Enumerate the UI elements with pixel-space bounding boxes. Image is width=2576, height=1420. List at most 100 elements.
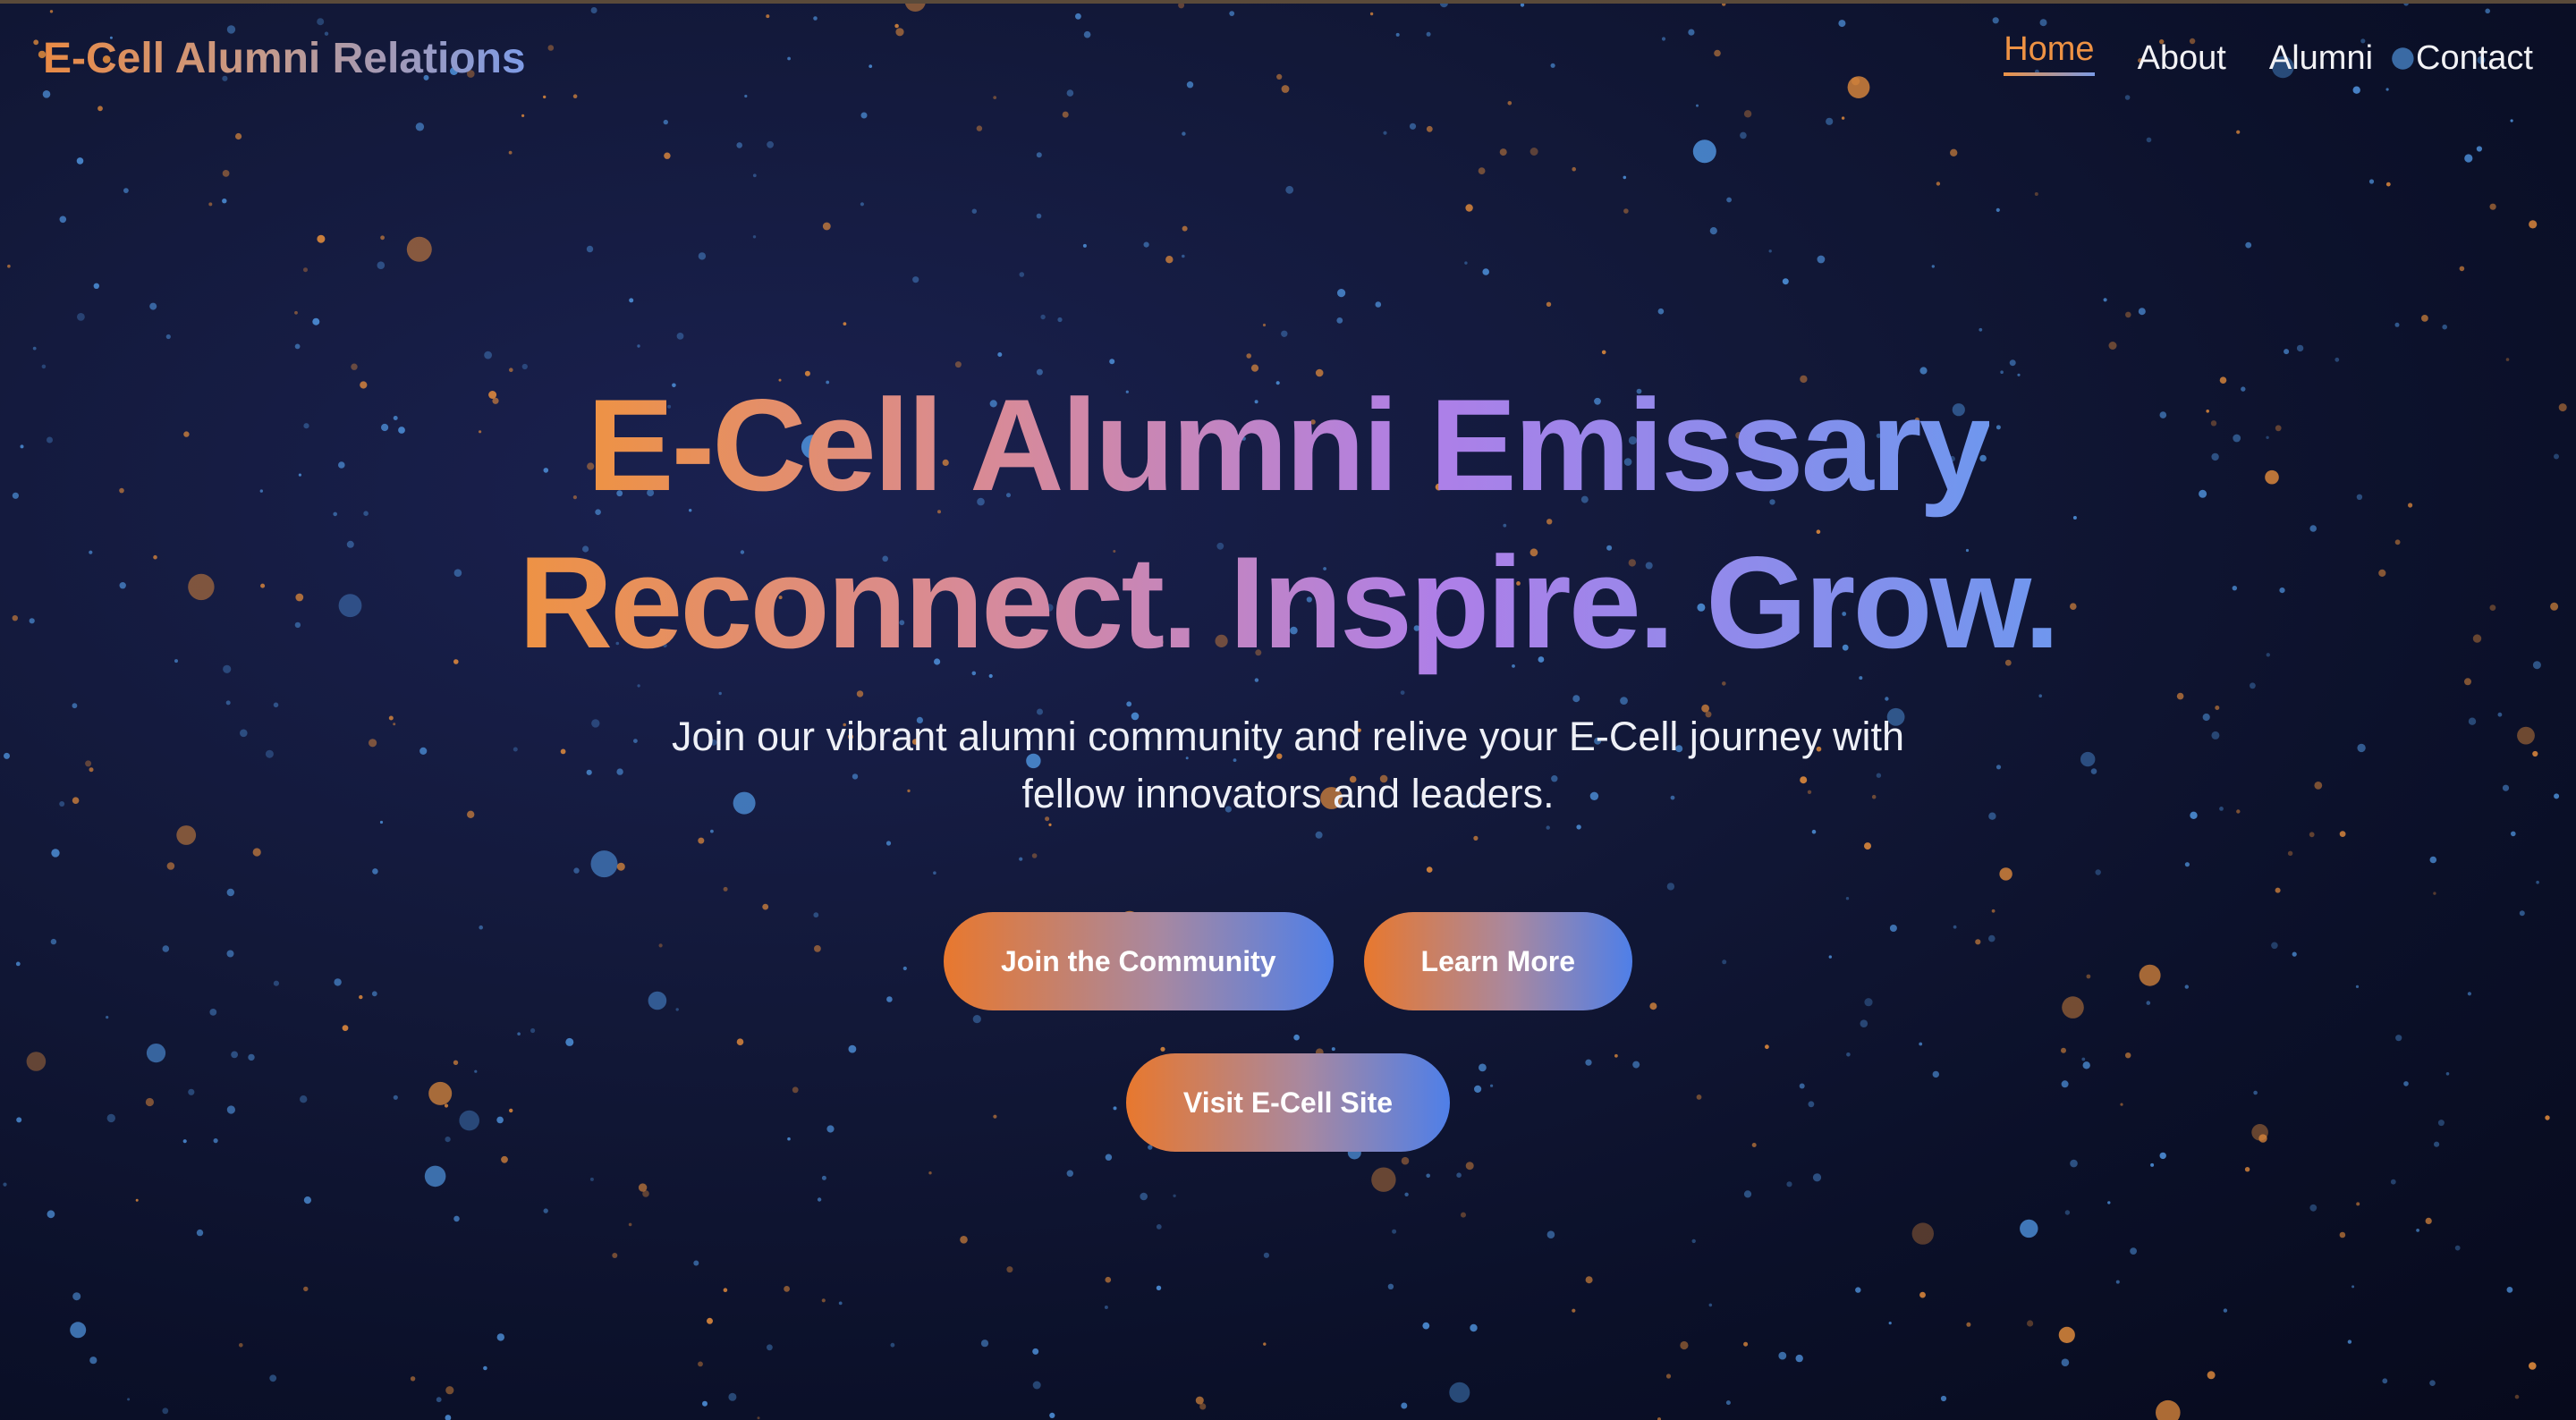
star-particle [2454,1245,2461,1251]
star-particle [2223,1308,2228,1313]
star-particle [208,202,213,207]
star-particle [1680,1340,1689,1350]
star-particle [1140,1192,1148,1201]
star-particle [2107,1201,2111,1204]
star-particle [1465,1162,1474,1171]
star-particle [1966,1322,1971,1327]
star-particle [1057,317,1063,323]
star-particle [2506,1287,2513,1293]
star-particle [2284,349,2290,355]
star-particle [752,173,757,178]
star-particle [1019,272,1025,277]
star-particle [70,1322,87,1339]
nav-link-contact[interactable]: Contact [2416,39,2533,78]
visit-ecell-site-button[interactable]: Visit E-Cell Site [1125,1053,1451,1152]
star-particle [1040,314,1046,320]
learn-more-button[interactable]: Learn More [1363,912,1633,1010]
star-particle [1888,1322,1892,1325]
star-particle [1743,1341,1749,1347]
star-particle [1461,1212,1466,1218]
star-particle [2020,1219,2038,1238]
star-particle [1740,131,1747,139]
star-particle [2421,315,2428,322]
star-particle [196,1229,204,1237]
star-particle [628,1222,632,1227]
star-particle [1470,1323,1478,1332]
star-particle [2150,1162,2155,1167]
star-particle [2390,1179,2396,1185]
star-particle [294,310,298,315]
star-particle [2514,1394,2520,1399]
star-particle [1404,1192,1409,1197]
star-particle [1665,1374,1672,1379]
star-particle [736,142,742,148]
star-particle [436,1397,442,1403]
star-particle [1032,1348,1039,1355]
star-particle [2385,182,2391,187]
star-particle [728,1392,737,1401]
star-particle [2442,324,2447,330]
star-particle [483,1365,487,1371]
star-particle [1049,1412,1055,1418]
star-particle [2130,1247,2138,1255]
star-particle [1143,241,1149,248]
star-particle [1456,1172,1462,1178]
nav-link-alumni[interactable]: Alumni [2269,39,2373,78]
star-particle [2476,146,2482,152]
brand-logo[interactable]: E-Cell Alumni Relations [43,34,526,83]
star-particle [1109,359,1115,365]
star-particle [162,1407,169,1415]
star-particle [1036,152,1042,158]
star-particle [2529,220,2538,229]
star-particle [1996,207,2000,212]
star-particle [7,264,11,268]
star-particle [1585,1276,1593,1284]
star-particle [1285,185,1294,194]
star-particle [1931,265,1935,268]
star-particle [723,1288,728,1292]
star-particle [2489,203,2496,210]
star-particle [2058,1326,2075,1343]
star-particle [821,1298,826,1303]
star-particle [1919,1291,1926,1298]
hero-section: E-Cell Alumni Emissary Reconnect. Inspir… [0,367,2576,1152]
star-particle [123,188,129,194]
star-particle [2070,1159,2078,1168]
star-particle [1478,167,1486,175]
star-particle [1449,1382,1470,1403]
star-particle [980,1340,989,1348]
star-particle [165,334,171,340]
star-particle [693,1260,699,1266]
star-particle [1795,1354,1803,1363]
star-particle [971,208,978,214]
star-particle [997,352,1003,357]
star-particle [1546,301,1552,307]
star-particle [1601,350,1606,355]
nav-link-home[interactable]: Home [2004,30,2095,76]
star-particle [2064,1210,2071,1215]
star-particle [2115,1280,2120,1284]
star-particle [1465,204,1473,212]
star-particle [1782,278,1789,285]
star-particle [817,1197,822,1202]
star-particle [698,252,707,260]
star-particle [1387,1283,1394,1290]
star-particle [890,1342,895,1348]
page: E-Cell Alumni Relations Home About Alumn… [0,0,2576,1420]
star-particle [1940,1395,1947,1402]
nav-link-about[interactable]: About [2138,39,2226,78]
star-particle [1546,1230,1555,1238]
star-particle [2236,130,2241,134]
star-particle [912,276,919,283]
join-community-button[interactable]: Join the Community [943,912,1334,1010]
star-particle [1156,1285,1162,1291]
star-particle [1066,1170,1074,1177]
star-particle [2416,1229,2420,1232]
star-particle [1263,1252,1269,1258]
star-particle [2108,342,2117,350]
star-particle [2309,1204,2318,1212]
star-particle [1082,243,1087,248]
star-particle [1855,1287,1861,1293]
star-particle [1817,255,1826,264]
star-particle [1173,1194,1176,1198]
